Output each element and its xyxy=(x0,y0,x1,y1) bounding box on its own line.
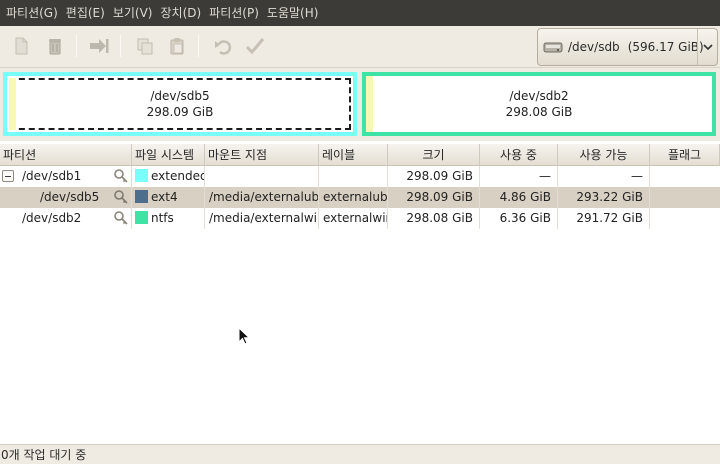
cell-partition: /dev/sdb5 xyxy=(40,190,100,204)
selection-outline xyxy=(9,78,351,130)
cell-label xyxy=(319,166,388,187)
hard-drive-icon xyxy=(543,42,563,53)
column-header-partition[interactable]: 파티션 xyxy=(0,144,132,166)
column-header-flags[interactable]: 플래그 xyxy=(650,144,720,166)
cell-unused: 291.72 GiB xyxy=(558,208,650,229)
menu-view[interactable]: 보기(V) xyxy=(109,0,157,26)
filesystem-color-swatch xyxy=(135,169,148,182)
cell-flags xyxy=(650,166,720,187)
key-icon xyxy=(114,211,128,225)
menu-help[interactable]: 도움말(H) xyxy=(263,0,323,26)
cell-partition: /dev/sdb2 xyxy=(22,211,82,225)
resize-move-button[interactable] xyxy=(86,33,112,59)
delete-icon xyxy=(49,39,61,55)
column-header-mount[interactable]: 마운트 지점 xyxy=(205,144,319,166)
table-row[interactable]: /dev/sdb1 extended 298.09 GiB — — xyxy=(0,166,720,187)
column-header-filesystem[interactable]: 파일 시스템 xyxy=(132,144,205,166)
partition-block-size: 298.08 GiB xyxy=(505,105,573,119)
key-icon xyxy=(114,190,128,204)
mouse-cursor-icon xyxy=(238,327,250,345)
collapse-toggle[interactable] xyxy=(2,170,14,182)
undo-icon xyxy=(215,40,232,55)
cell-partition: /dev/sdb1 xyxy=(22,169,82,183)
apply-button[interactable] xyxy=(242,33,268,59)
device-selector[interactable]: /dev/sdb (596.17 GiB) xyxy=(537,28,718,66)
toolbar-separator xyxy=(76,35,77,57)
column-header-size[interactable]: 크기 xyxy=(388,144,480,166)
cell-mount: /media/externalubh xyxy=(205,187,319,208)
resize-move-icon xyxy=(90,39,109,53)
cell-unused: — xyxy=(558,166,650,187)
column-header-unused[interactable]: 사용 가능 xyxy=(558,144,650,166)
partition-table: 파티션 파일 시스템 마운트 지점 레이블 크기 사용 중 사용 가능 플래그 … xyxy=(0,144,720,444)
paste-icon xyxy=(170,38,184,55)
cell-used: 4.86 GiB xyxy=(480,187,558,208)
cell-mount xyxy=(205,166,319,187)
device-name: /dev/sdb xyxy=(568,40,620,54)
table-row[interactable]: /dev/sdb2 ntfs /media/externalwin extern… xyxy=(0,208,720,229)
partition-block-sdb2[interactable]: /dev/sdb2 298.08 GiB xyxy=(362,72,716,136)
copy-button[interactable] xyxy=(132,33,158,59)
filesystem-color-swatch xyxy=(135,190,148,203)
used-space-bar xyxy=(366,76,373,132)
key-icon xyxy=(114,169,128,183)
cell-size: 298.08 GiB xyxy=(388,208,480,229)
toolbar-separator xyxy=(198,35,199,57)
delete-partition-button[interactable] xyxy=(42,33,68,59)
apply-icon xyxy=(245,38,265,55)
table-header: 파티션 파일 시스템 마운트 지점 레이블 크기 사용 중 사용 가능 플래그 xyxy=(0,144,720,166)
table-row[interactable]: /dev/sdb5 ext4 /media/externalubh extern… xyxy=(0,187,720,208)
cell-size: 298.09 GiB xyxy=(388,166,480,187)
menu-partition-p[interactable]: 파티션(P) xyxy=(205,0,263,26)
status-bar: 0개 작업 대기 중 xyxy=(0,444,720,464)
cell-label: externalubh xyxy=(319,187,388,208)
toolbar-separator xyxy=(120,35,121,57)
new-icon xyxy=(15,37,28,55)
cell-used: — xyxy=(480,166,558,187)
cell-label: externalwin xyxy=(319,208,388,229)
filesystem-color-swatch xyxy=(135,211,148,224)
cell-size: 298.09 GiB xyxy=(388,187,480,208)
used-space-bar xyxy=(9,78,16,130)
cell-mount: /media/externalwin xyxy=(205,208,319,229)
column-header-label[interactable]: 레이블 xyxy=(319,144,388,166)
toolbar: /dev/sdb (596.17 GiB) xyxy=(0,26,720,68)
cell-filesystem: ext4 xyxy=(151,190,178,204)
cell-filesystem: extended xyxy=(151,169,205,183)
cell-flags xyxy=(650,208,720,229)
pending-operations-text: 0개 작업 대기 중 xyxy=(1,448,87,462)
cell-flags xyxy=(650,187,720,208)
menu-device[interactable]: 장치(D) xyxy=(156,0,205,26)
column-header-used[interactable]: 사용 중 xyxy=(480,144,558,166)
partition-block-name: /dev/sdb2 xyxy=(509,89,569,103)
new-partition-button[interactable] xyxy=(8,33,34,59)
menu-edit[interactable]: 편집(E) xyxy=(62,0,109,26)
paste-button[interactable] xyxy=(164,33,190,59)
chevron-down-icon[interactable] xyxy=(697,29,717,65)
partition-block-sdb5[interactable]: /dev/sdb5 298.09 GiB xyxy=(3,72,357,136)
menu-partition[interactable]: 파티션(G) xyxy=(2,0,62,26)
cell-filesystem: ntfs xyxy=(151,211,174,225)
menubar: 파티션(G) 편집(E) 보기(V) 장치(D) 파티션(P) 도움말(H) xyxy=(0,0,720,26)
cell-used: 6.36 GiB xyxy=(480,208,558,229)
copy-icon xyxy=(137,38,153,55)
cell-unused: 293.22 GiB xyxy=(558,187,650,208)
partition-visual: /dev/sdb5 298.09 GiB /dev/sdb2 298.08 Gi… xyxy=(0,68,720,141)
undo-button[interactable] xyxy=(210,33,236,59)
device-size: (596.17 GiB) xyxy=(627,40,704,54)
